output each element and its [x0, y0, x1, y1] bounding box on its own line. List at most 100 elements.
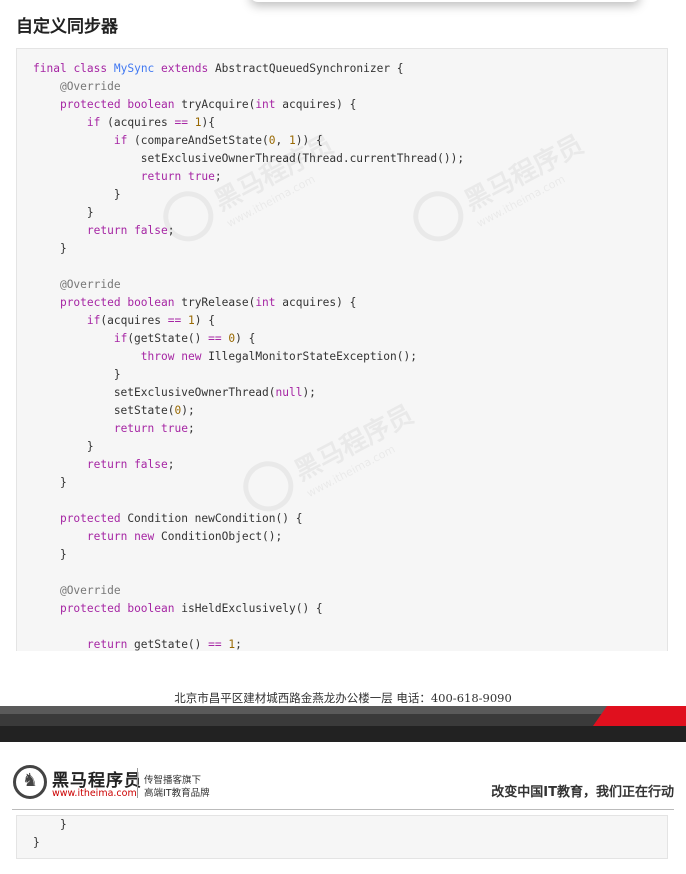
code-line: } [33, 816, 67, 834]
code-line: protected boolean isHeldExclusively() { [33, 600, 464, 618]
code-token: boolean [127, 296, 175, 309]
code-token: null [275, 386, 303, 399]
code-token: ) { [194, 314, 215, 327]
code-token: (acquires [100, 116, 175, 129]
code-token: setExclusiveOwnerThread( [33, 386, 276, 399]
code-token: false [134, 224, 168, 237]
code-line: setExclusiveOwnerThread(Thread.currentTh… [33, 150, 464, 168]
code-token: if [113, 332, 128, 345]
code-token: return [86, 224, 128, 237]
footer-address: 北京市昌平区建材城西路金燕龙办公楼一层 电话：400-618-9090 [174, 691, 512, 705]
code-token: new [134, 530, 155, 543]
code-line: protected boolean tryRelease(int acquire… [33, 294, 464, 312]
code-token: if [86, 314, 101, 327]
code-token: true [161, 422, 188, 435]
header-divider [12, 809, 674, 810]
code-token: == [208, 638, 222, 651]
code-line: return new ConditionObject(); [33, 528, 464, 546]
tagline-1: 传智播客旗下 [144, 775, 202, 786]
code-line: @Override [33, 582, 464, 600]
code-token: setExclusiveOwnerThread(Thread.currentTh… [33, 152, 465, 165]
code-line: if(getState() == 0) { [33, 330, 464, 348]
code-token: @Override [59, 278, 121, 291]
code-token: ; [214, 170, 222, 183]
code-line: final class MySync extends AbstractQueue… [33, 60, 464, 78]
code-token: Condition newCondition() { [120, 512, 303, 525]
code-token: } [33, 242, 67, 255]
code-line: setState(0); [33, 402, 464, 420]
code-line: protected boolean tryAcquire(int acquire… [33, 96, 464, 114]
code-line: return getState() == 1; [33, 636, 464, 651]
code-token: return [86, 530, 128, 543]
footer-band-dark [0, 726, 686, 742]
horse-glyph-icon: ♞ [22, 770, 39, 791]
code-token: @Override [59, 80, 121, 93]
code-token: false [134, 458, 168, 471]
code-token: )) { [295, 134, 323, 147]
code-line: } [33, 834, 67, 852]
code-line: @Override [33, 78, 464, 96]
logo-divider [137, 768, 138, 798]
code-token: 1 [187, 314, 195, 327]
code-token: boolean [127, 602, 175, 615]
code-token: == [208, 332, 222, 345]
code-token: } [33, 188, 121, 201]
code-token: return [113, 422, 155, 435]
code-token: return [86, 458, 128, 471]
code-token: protected [59, 98, 121, 111]
page-edge-shadow [250, 0, 640, 2]
code-token: } [33, 548, 67, 561]
code-token: ); [181, 404, 195, 417]
code-line: throw new IllegalMonitorStateException()… [33, 348, 464, 366]
code-token: return [140, 170, 182, 183]
code-token: == [174, 116, 188, 129]
code-line: return true; [33, 420, 464, 438]
code-token: tryRelease( [174, 296, 256, 309]
code-token: } [33, 368, 121, 381]
code-token: acquires) { [275, 98, 357, 111]
code-token: throw [140, 350, 175, 363]
code-token: int [255, 296, 276, 309]
code-token: } [33, 836, 40, 849]
code-token: (compareAndSetState( [127, 134, 269, 147]
code-line: } [33, 204, 464, 222]
code-token: ; [167, 458, 175, 471]
code-line: return true; [33, 168, 464, 186]
code-token: tryAcquire( [174, 98, 256, 111]
code-line: protected Condition newCondition() { [33, 510, 464, 528]
code-token: } [33, 206, 94, 219]
code-token: 0 [268, 134, 276, 147]
code-token: return [86, 638, 128, 651]
code-token: class [73, 62, 108, 75]
code-token: ; [235, 638, 242, 651]
code-line: } [33, 186, 464, 204]
code-token: acquires) { [275, 296, 357, 309]
code-line: } [33, 366, 464, 384]
code-token: == [167, 314, 182, 327]
code-token: if [86, 116, 101, 129]
code-line: return false; [33, 222, 464, 240]
code-token: 1 [289, 134, 296, 147]
code-token: } [33, 440, 94, 453]
code-token: IllegalMonitorStateException(); [201, 350, 417, 363]
code-text-continued: }} [33, 816, 67, 852]
logo-url: www.itheima.com [52, 788, 137, 799]
